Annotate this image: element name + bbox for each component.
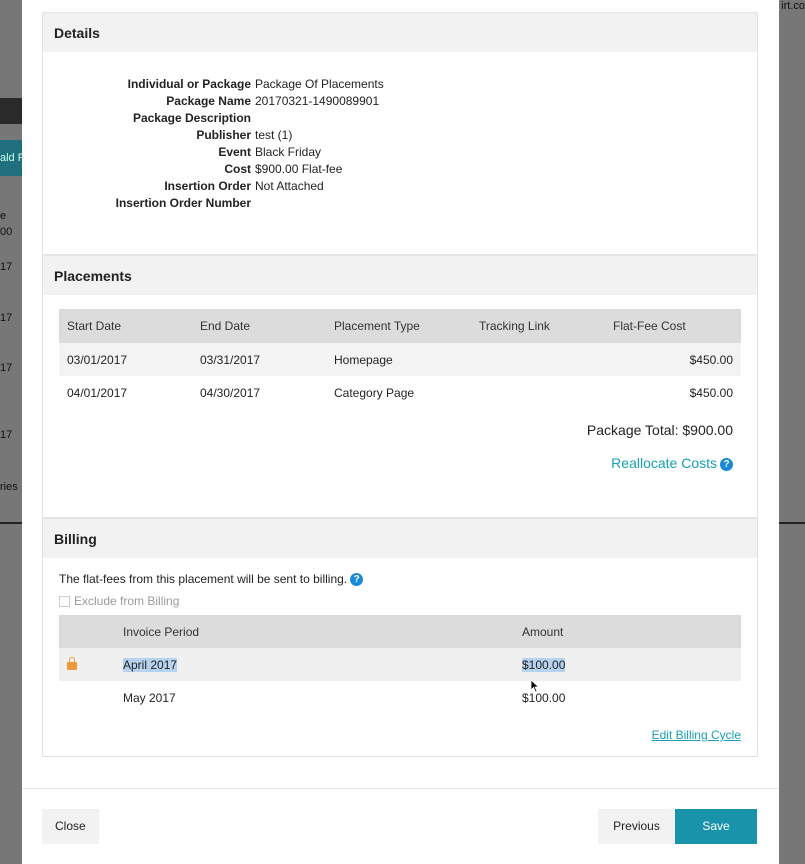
lock-cell: [59, 681, 123, 714]
column-header: Tracking Link: [471, 309, 605, 343]
placement-type: Homepage: [326, 343, 471, 376]
background-text: ries: [0, 481, 18, 493]
placements-body: Start Date End Date Placement Type Track…: [43, 295, 757, 517]
modal-body: Details Individual or Package Package Of …: [42, 12, 758, 757]
column-header: Flat-Fee Cost: [605, 309, 741, 343]
table-row[interactable]: May 2017 $100.00: [59, 681, 741, 714]
start-date: 04/01/2017: [67, 385, 128, 400]
column-header: [59, 615, 123, 648]
exclude-label: Exclude from Billing: [74, 594, 180, 608]
edit-billing-cycle-link[interactable]: Edit Billing Cycle: [59, 728, 741, 742]
tracking-link: [471, 376, 605, 409]
offer-modal: Details Individual or Package Package Of …: [22, 0, 779, 864]
end-date: 03/31/2017: [192, 343, 326, 376]
help-icon[interactable]: ?: [350, 573, 364, 586]
close-button[interactable]: Close: [42, 809, 99, 844]
mouse-cursor-icon: [530, 679, 540, 693]
billing-header: Billing: [43, 518, 757, 558]
invoice-period: April 2017: [123, 648, 522, 681]
detail-label: Insertion Order Number: [115, 196, 251, 210]
help-icon[interactable]: ?: [720, 458, 733, 471]
modal-footer: Close Previous Save Offer: [22, 788, 779, 864]
table-header-row: Start Date End Date Placement Type Track…: [59, 309, 741, 343]
flat-fee-cost: $450.00: [689, 385, 733, 400]
background-button: ald F: [0, 140, 22, 176]
background-text: 00: [0, 226, 13, 238]
detail-label: Event: [218, 145, 251, 159]
end-date: 04/30/2017: [200, 385, 261, 400]
background-text: e: [0, 210, 7, 222]
reallocate-costs-link[interactable]: Reallocate Costs?: [59, 455, 741, 471]
placements-header: Placements: [43, 255, 757, 295]
table-row: 04/01/2017 04/30/2017 Category Page $450…: [59, 376, 741, 409]
detail-label: Insertion Order: [164, 179, 251, 193]
background-text: 17: [0, 261, 13, 273]
detail-row: Publisher test (1): [43, 127, 757, 144]
detail-value: [255, 110, 757, 127]
detail-row: Package Description: [43, 110, 757, 127]
billing-note-text: The flat-fees from this placement will b…: [59, 572, 348, 586]
column-header: Amount: [522, 615, 741, 648]
billing-body: The flat-fees from this placement will b…: [43, 558, 757, 756]
start-date: 03/01/2017: [59, 343, 192, 376]
detail-value: 20170321-1490089901: [255, 94, 380, 108]
detail-value: test (1): [255, 128, 293, 142]
background-text: 17: [0, 312, 13, 324]
package-total: Package Total: $900.00: [586, 422, 733, 438]
save-offer-button[interactable]: Save Offer: [675, 809, 757, 864]
exclude-from-billing[interactable]: Exclude from Billing: [59, 594, 741, 608]
details-body: Individual or Package Package Of Placemen…: [43, 52, 757, 254]
detail-row: Insertion Order Number: [43, 195, 757, 212]
table-row: 03/01/2017 03/31/2017 Homepage $450.00: [59, 343, 741, 376]
billing-note: The flat-fees from this placement will b…: [59, 572, 741, 586]
invoice-period-text: April 2017: [123, 657, 178, 672]
background-toolbar: [0, 98, 22, 124]
detail-value: Package Of Placements: [255, 77, 384, 91]
details-header: Details: [43, 12, 757, 52]
detail-label: Publisher: [196, 128, 251, 142]
detail-label: Individual or Package: [127, 77, 251, 91]
table-row[interactable]: April 2017 $100.00: [59, 648, 741, 681]
details-panel: Details Individual or Package Package Of …: [42, 12, 758, 255]
detail-row: Individual or Package Package Of Placemen…: [43, 76, 757, 93]
billing-panel: Billing The flat-fees from this placemen…: [42, 518, 758, 757]
placement-type: Category Page: [334, 385, 415, 400]
placements-panel: Placements Start Date End Date Placement…: [42, 255, 758, 518]
amount: $100.00: [522, 690, 566, 705]
amount-text: $100.00: [522, 657, 566, 672]
detail-row: Event Black Friday: [43, 144, 757, 161]
placements-table: Start Date End Date Placement Type Track…: [59, 309, 741, 409]
column-header: Start Date: [59, 309, 192, 343]
column-header: End Date: [192, 309, 326, 343]
detail-label: Package Description: [132, 111, 251, 125]
background-text: 17: [0, 429, 13, 441]
table-header-row: Invoice Period Amount: [59, 615, 741, 648]
detail-value: Black Friday: [255, 145, 322, 159]
detail-value: [255, 195, 757, 212]
invoice-period: May 2017: [123, 690, 176, 705]
exclude-checkbox[interactable]: [59, 595, 70, 607]
detail-value: $900.00 Flat-fee: [255, 162, 343, 176]
detail-row: Package Name 20170321-1490089901: [43, 93, 757, 110]
detail-row: Insertion Order Not Attached: [43, 178, 757, 195]
billing-table: Invoice Period Amount April 2017 $100.00: [59, 615, 741, 714]
flat-fee-cost: $450.00: [605, 343, 741, 376]
lock-cell: [59, 648, 123, 681]
background-text: 17: [0, 362, 13, 374]
detail-label: Package Name: [166, 94, 251, 108]
detail-row: Cost $900.00 Flat-fee: [43, 161, 757, 178]
background-divider: [0, 522, 22, 524]
lock-icon: [67, 656, 77, 670]
tracking-link: [471, 343, 605, 376]
column-header: Invoice Period: [123, 615, 522, 648]
detail-label: Cost: [224, 162, 251, 176]
previous-button[interactable]: Previous: [598, 809, 675, 844]
column-header: Placement Type: [326, 309, 471, 343]
reallocate-costs-label[interactable]: Reallocate Costs: [611, 455, 717, 471]
amount: $100.00: [522, 648, 741, 681]
detail-value: Not Attached: [255, 179, 324, 193]
